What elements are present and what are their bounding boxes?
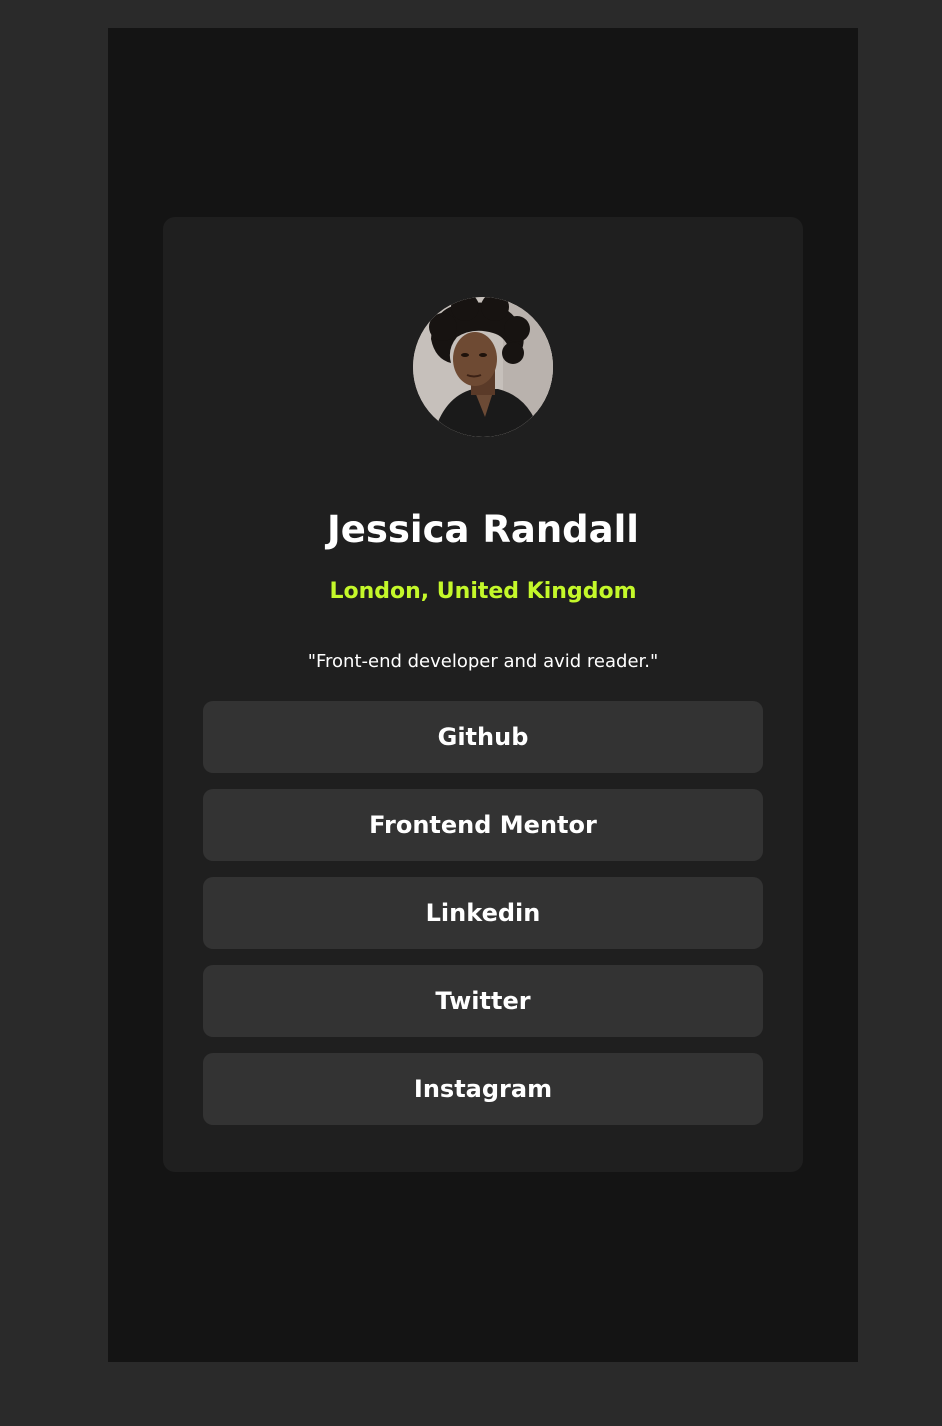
profile-name: Jessica Randall xyxy=(327,508,639,551)
avatar-portrait-icon xyxy=(413,297,553,437)
profile-location: London, United Kingdom xyxy=(329,579,637,604)
page-frame: Jessica Randall London, United Kingdom "… xyxy=(108,28,858,1362)
social-links-list: Github Frontend Mentor Linkedin Twitter … xyxy=(203,701,763,1141)
profile-card: Jessica Randall London, United Kingdom "… xyxy=(163,217,803,1172)
github-link-button[interactable]: Github xyxy=(203,701,763,773)
avatar xyxy=(413,297,553,437)
profile-bio: "Front-end developer and avid reader." xyxy=(307,651,659,672)
linkedin-link-button[interactable]: Linkedin xyxy=(203,877,763,949)
instagram-link-button[interactable]: Instagram xyxy=(203,1053,763,1125)
twitter-link-button[interactable]: Twitter xyxy=(203,965,763,1037)
frontend-mentor-link-button[interactable]: Frontend Mentor xyxy=(203,789,763,861)
